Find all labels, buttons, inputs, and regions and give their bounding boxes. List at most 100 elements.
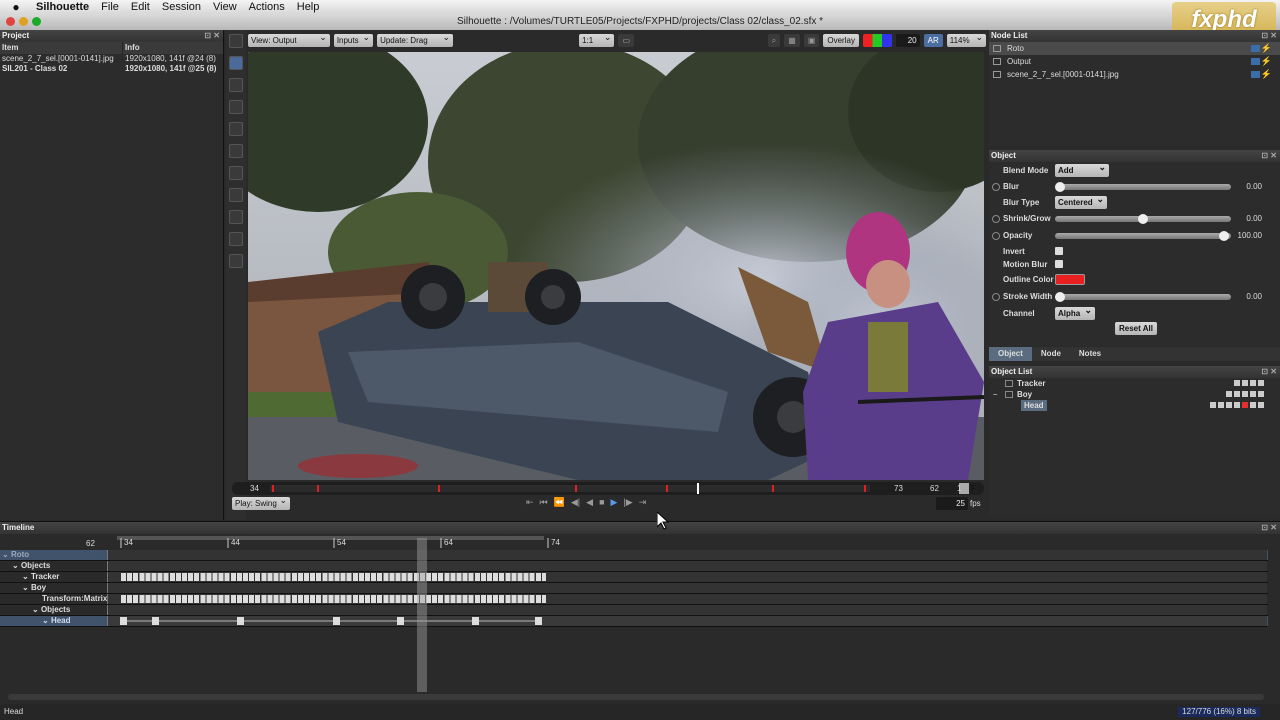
timeline-ruler[interactable] bbox=[107, 536, 1267, 548]
xspline-tool-icon[interactable] bbox=[229, 122, 243, 136]
minimize-window-icon[interactable] bbox=[19, 17, 28, 26]
zoom-ratio-select[interactable]: 1:1 bbox=[579, 31, 615, 47]
object-flags[interactable] bbox=[1226, 391, 1264, 397]
blend-mode-select[interactable]: Add bbox=[1055, 161, 1109, 177]
apple-menu-icon[interactable]: ● bbox=[0, 0, 32, 14]
go-to-end-icon[interactable]: ⇥ bbox=[639, 497, 647, 508]
magnetic-tool-icon[interactable] bbox=[229, 144, 243, 158]
shrink-slider[interactable] bbox=[1055, 214, 1231, 224]
project-row[interactable]: SIL201 - Class 02 1920x1080, 141f @25 (8… bbox=[0, 64, 223, 74]
scrubber-start[interactable]: 34 bbox=[250, 484, 259, 493]
motion-blur-checkbox[interactable] bbox=[1055, 260, 1063, 268]
scrubber-bar[interactable] bbox=[232, 482, 984, 495]
grid-icon[interactable]: ▦ bbox=[784, 33, 800, 47]
select-tool-icon[interactable] bbox=[229, 34, 243, 48]
play-forward-icon[interactable]: ▶ bbox=[611, 497, 618, 508]
channel-select[interactable]: Alpha bbox=[1055, 304, 1095, 320]
panel-close-icon[interactable]: ⊡ ✕ bbox=[204, 30, 220, 42]
timeline-row[interactable]: Transform:Matrix bbox=[0, 594, 1268, 605]
node-view-icon[interactable] bbox=[1251, 71, 1260, 78]
object-flags[interactable] bbox=[1210, 402, 1264, 408]
brush-tool-icon[interactable] bbox=[229, 210, 243, 224]
play-mode-select[interactable]: Play: Swing bbox=[232, 494, 290, 510]
outline-color-swatch[interactable] bbox=[1055, 274, 1085, 285]
node-view-icon[interactable] bbox=[1251, 58, 1260, 65]
go-to-start-icon[interactable]: ⇤ bbox=[526, 497, 534, 508]
slider-knob[interactable] bbox=[1219, 231, 1229, 241]
monitor-icon[interactable]: ▭ bbox=[618, 33, 635, 47]
tab-node[interactable]: Node bbox=[1032, 347, 1070, 361]
blur-slider[interactable] bbox=[1055, 182, 1231, 192]
ar-toggle[interactable]: AR bbox=[923, 33, 943, 47]
overlay-button[interactable]: Overlay bbox=[823, 33, 859, 47]
tab-notes[interactable]: Notes bbox=[1070, 347, 1110, 361]
timeline-playhead[interactable] bbox=[417, 538, 427, 692]
object-item-head[interactable]: Head bbox=[989, 400, 1280, 411]
stroke-keyframe-icon[interactable] bbox=[992, 293, 1000, 301]
menu-session[interactable]: Session bbox=[156, 1, 207, 13]
rectangle-tool-icon[interactable] bbox=[229, 166, 243, 180]
blur-type-select[interactable]: Centered bbox=[1055, 193, 1107, 209]
project-column-item[interactable]: Item bbox=[0, 42, 123, 54]
head-keyframes[interactable] bbox=[108, 616, 548, 626]
reshape-tool-icon[interactable] bbox=[229, 56, 243, 70]
opacity-keyframe-icon[interactable] bbox=[992, 232, 1000, 240]
shrink-keyframe-icon[interactable] bbox=[992, 215, 1000, 223]
node-item-roto[interactable]: Roto ⚡ bbox=[989, 42, 1280, 55]
jump-back-icon[interactable]: ⏮ bbox=[540, 497, 548, 508]
fps-field[interactable]: 25 bbox=[936, 497, 968, 510]
slider-knob[interactable] bbox=[1138, 214, 1148, 224]
object-flags[interactable] bbox=[1234, 380, 1264, 386]
value-field[interactable]: 20 bbox=[896, 33, 920, 47]
node-lightning-icon[interactable]: ⚡ bbox=[1261, 44, 1272, 53]
zoom-select[interactable]: 114% bbox=[946, 31, 986, 47]
opacity-value[interactable]: 100.00 bbox=[1238, 231, 1262, 240]
project-column-info[interactable]: Info bbox=[123, 42, 140, 54]
timeline-row[interactable]: ⌄ Head bbox=[0, 616, 1268, 627]
reset-all-button[interactable]: Reset All bbox=[1115, 322, 1157, 335]
shrink-value[interactable]: 0.00 bbox=[1246, 214, 1262, 223]
timeline-row[interactable]: ⌄ Boy bbox=[0, 583, 1268, 594]
fit-icon[interactable]: ▣ bbox=[803, 33, 820, 47]
blur-value[interactable]: 0.00 bbox=[1246, 182, 1262, 191]
menu-edit[interactable]: Edit bbox=[125, 1, 156, 13]
project-row[interactable]: scene_2_7_sel.[0001-0141].jpg 1920x1080,… bbox=[0, 54, 223, 64]
invert-checkbox[interactable] bbox=[1055, 247, 1063, 255]
timeline-current-frame[interactable]: 62 bbox=[86, 539, 95, 548]
play-reverse-icon[interactable]: ◀ bbox=[586, 497, 593, 508]
timeline-row[interactable]: ⌄ Roto bbox=[0, 550, 1268, 561]
step-forward-icon[interactable]: |▶ bbox=[623, 497, 632, 508]
node-lightning-icon[interactable]: ⚡ bbox=[1261, 57, 1272, 66]
transform-keyframes[interactable] bbox=[121, 595, 546, 603]
menu-file[interactable]: File bbox=[95, 1, 125, 13]
menu-view[interactable]: View bbox=[207, 1, 243, 13]
tab-object[interactable]: Object bbox=[989, 347, 1032, 361]
scrubber-step[interactable]: 1 bbox=[957, 484, 961, 493]
timeline-row[interactable]: ⌄ Objects bbox=[0, 605, 1268, 616]
stroke-width-slider[interactable] bbox=[1055, 292, 1231, 302]
panel-close-icon[interactable]: ⊡ ✕ bbox=[1261, 150, 1277, 162]
bspline-tool-icon[interactable] bbox=[229, 78, 243, 92]
slider-knob[interactable] bbox=[1055, 182, 1065, 192]
step-back-icon[interactable]: ◀| bbox=[571, 497, 580, 508]
viewer-scrubber[interactable]: 34 73 62 1 F bbox=[232, 482, 984, 495]
tracker-tool-icon[interactable] bbox=[229, 232, 243, 246]
inputs-select[interactable]: Inputs bbox=[333, 31, 374, 47]
node-view-icon[interactable] bbox=[1251, 45, 1260, 52]
menu-actions[interactable]: Actions bbox=[243, 1, 291, 13]
grid-tool-icon[interactable] bbox=[229, 254, 243, 268]
object-item-boy[interactable]: – Boy bbox=[989, 389, 1280, 400]
step-key-back-icon[interactable]: ⏪ bbox=[554, 497, 565, 508]
blur-keyframe-icon[interactable] bbox=[992, 183, 1000, 191]
scrubber-end[interactable]: 73 bbox=[894, 484, 903, 493]
collapse-icon[interactable]: – bbox=[993, 389, 997, 400]
node-item-source[interactable]: scene_2_7_sel.[0001-0141].jpg ⚡ bbox=[989, 68, 1280, 81]
tracker-keyframes[interactable] bbox=[121, 573, 546, 581]
viewer-image[interactable] bbox=[248, 52, 984, 480]
panel-close-icon[interactable]: ⊡ ✕ bbox=[1261, 30, 1277, 42]
panel-close-icon[interactable]: ⊡ ✕ bbox=[1261, 366, 1277, 378]
scrubber-f-button[interactable]: F bbox=[971, 484, 976, 493]
slider-knob[interactable] bbox=[1055, 292, 1065, 302]
timeline-row[interactable]: ⌄ Tracker bbox=[0, 572, 1268, 583]
view-select[interactable]: View: Output bbox=[248, 31, 330, 47]
